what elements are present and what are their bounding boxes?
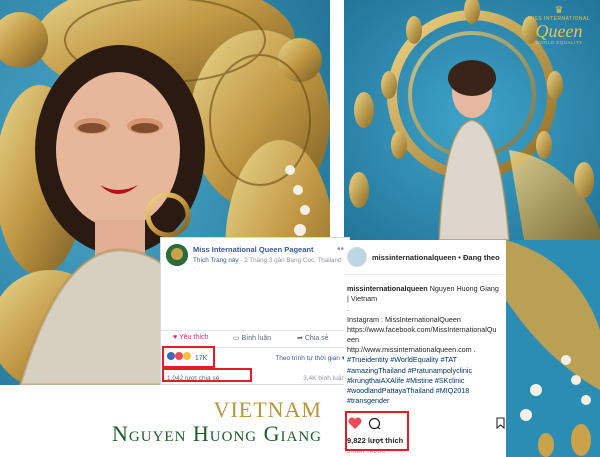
page-avatar[interactable] [166,244,188,266]
caption-facebook-link[interactable]: https://www.facebook.com/MissInternation… [347,325,496,344]
caption-hashtags[interactable]: #Trueidentity #WorldEquality #TAT #amazi… [347,355,472,405]
love-reaction-button[interactable]: ♥ Yêu thích [173,334,209,341]
logo-line3: WORLD EQUALITY [535,40,583,45]
highlight-shares [162,368,252,382]
comment-button[interactable]: ▭ Bình luận [233,334,271,342]
comment-label: Bình luận [241,335,272,342]
following-label[interactable]: • Đang theo [458,253,499,262]
share-icon: ➦ [297,335,303,342]
bookmark-icon[interactable] [496,417,505,431]
miss-international-queen-logo: ♛ MISS INTERNATIONAL Queen WORLD EQUALIT… [524,5,594,46]
caption-site-link[interactable]: http://www.missinternationalqueen.com . [347,345,476,354]
contestant-photo-right-lower [506,240,600,457]
instagram-header: missinternationalqueen • Đang theo [372,253,500,262]
like-page-link[interactable]: Thích Trang này [193,257,239,264]
caption-instagram-line: Instagram : MissInternationalQueen [347,314,461,324]
post-meta: Thích Trang này · 2 Tháng 3 gần Bang Coc… [193,257,343,273]
logo-line2: Queen [535,21,583,41]
country-label: VIETNAM [213,397,322,422]
caption-dot: . [347,304,349,314]
logo-crown-icon: ♛ [554,5,564,16]
instagram-username[interactable]: missinternationalqueen [372,253,456,262]
share-button[interactable]: ➦ Chia sẻ [297,334,329,342]
contestant-photo-right: ♛ MISS INTERNATIONAL Queen WORLD EQUALIT… [344,0,600,240]
heart-icon: ♥ [173,334,178,341]
share-label: Chia sẻ [304,335,329,342]
comment-count[interactable]: 3,4K bình luận [303,375,345,382]
comment-sort-dropdown[interactable]: Theo trình tự thời gian ▾ [275,354,345,362]
contestant-name: Nguyen Huong Giang [112,421,322,446]
contestant-caption: VIETNAM Nguyen Huong Giang [56,385,332,457]
comment-icon: ▭ [233,335,240,342]
costume-wing-illustration [506,240,600,457]
page-avatar-image [166,244,188,266]
highlight-reactions [162,346,215,368]
caption-username[interactable]: missinternationalqueen [347,284,428,293]
instagram-avatar[interactable] [347,247,367,267]
header-divider [344,274,506,275]
highlight-instagram-likes [345,411,409,451]
love-reaction-label: Yêu thích [178,334,209,341]
instagram-caption: missinternationalqueen Nguyen Huong Gian… [347,284,499,406]
page-name-link[interactable]: Miss International Queen Pageant [193,245,313,254]
